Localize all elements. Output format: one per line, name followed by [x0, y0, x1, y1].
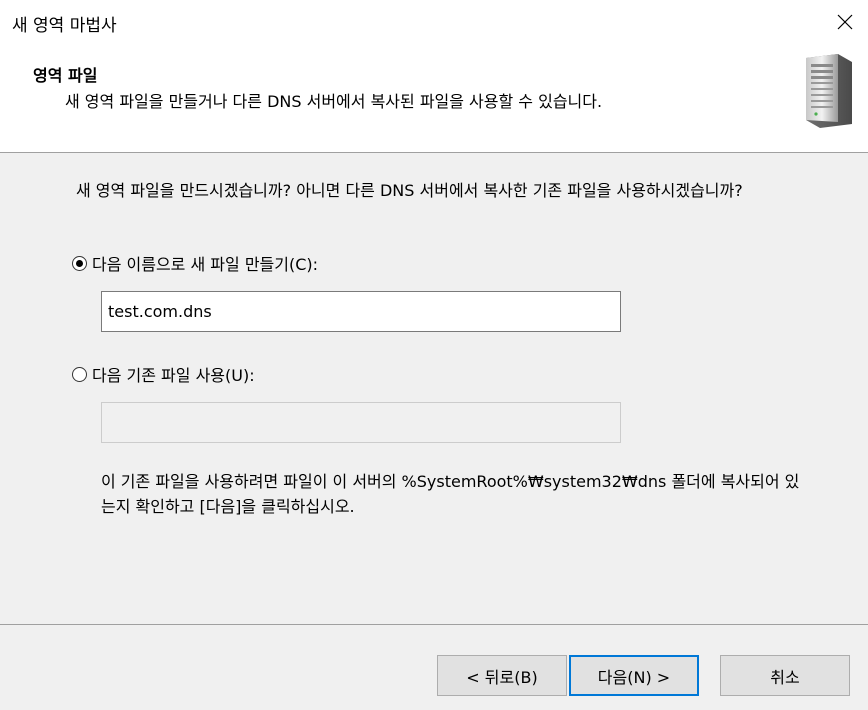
existing-file-name-input[interactable]	[101, 402, 621, 443]
window-title: 새 영역 마법사	[12, 16, 117, 36]
note-text: 이 기존 파일을 사용하려면 파일이 이 서버의 %SystemRoot%₩sy…	[101, 472, 800, 516]
header-subtitle: 새 영역 파일을 만들거나 다른 DNS 서버에서 복사된 파일을 사용할 수 …	[65, 92, 603, 111]
wizard-header: 영역 파일 새 영역 파일을 만들거나 다른 DNS 서버에서 복사된 파일을 …	[0, 44, 868, 153]
close-button[interactable]	[822, 0, 868, 44]
wizard-content: 새 영역 파일을 만드시겠습니까? 아니면 다른 DNS 서버에서 복사한 기존…	[0, 154, 868, 624]
close-icon	[837, 14, 853, 30]
cancel-button[interactable]: 취소	[720, 655, 850, 696]
next-button[interactable]: 다음(N) >	[569, 655, 699, 696]
back-button[interactable]: < 뒤로(B)	[437, 655, 567, 696]
radio-use-existing-file[interactable]: 다음 기존 파일 사용(U):	[72, 362, 255, 386]
new-file-name-input[interactable]	[101, 291, 621, 332]
header-title: 영역 파일	[33, 66, 98, 85]
radio-unchecked-icon[interactable]	[72, 366, 87, 382]
question-text: 새 영역 파일을 만드시겠습니까? 아니면 다른 DNS 서버에서 복사한 기존…	[76, 181, 743, 200]
radio-use-existing-file-label: 다음 기존 파일 사용(U):	[92, 366, 255, 385]
server-icon	[806, 54, 852, 128]
radio-create-new-file-label: 다음 이름으로 새 파일 만들기(C):	[92, 255, 319, 274]
wizard-footer: < 뒤로(B) 다음(N) > 취소	[0, 624, 868, 710]
title-bar: 새 영역 마법사	[0, 0, 868, 44]
radio-checked-icon[interactable]	[72, 255, 87, 271]
radio-create-new-file[interactable]: 다음 이름으로 새 파일 만들기(C):	[72, 251, 318, 275]
